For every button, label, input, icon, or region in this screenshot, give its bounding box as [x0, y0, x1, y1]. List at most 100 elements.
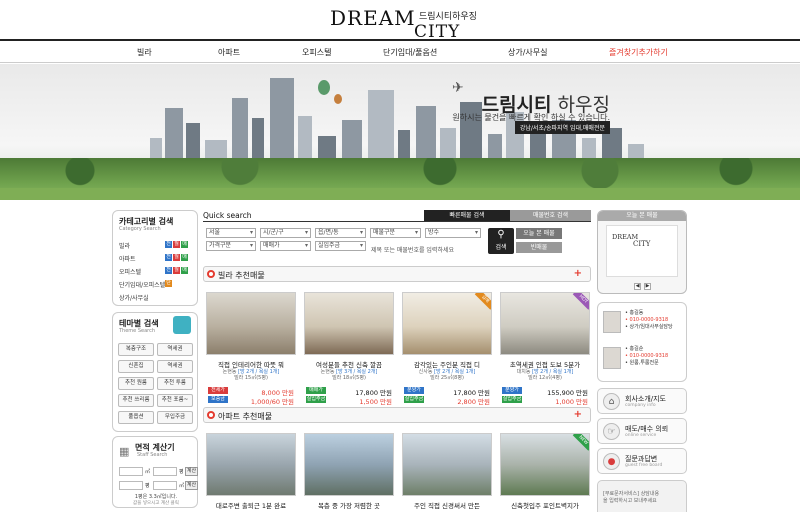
property-card[interactable]: NEW 신축첫입주 포인트벽지가 — [500, 433, 590, 512]
select-district[interactable]: 시/군/구 — [260, 228, 311, 238]
select-dong[interactable]: 읍/면/동 — [315, 228, 366, 238]
nav-item-bookmark[interactable]: 즐겨찾기추가하기 — [609, 47, 668, 58]
next-arrow-icon[interactable]: ▶ — [644, 283, 651, 290]
search-icon: ⚲ — [497, 229, 505, 240]
category-item-commercial[interactable]: 상가/사무실 — [119, 293, 149, 302]
calc-button-2[interactable]: 계산 — [185, 481, 198, 490]
price-row: 전세가 8,000 만원 — [206, 387, 296, 397]
category-item-short-term[interactable]: 단기임대/오피스텔 — [119, 280, 165, 289]
calc-unit: 평 — [145, 483, 150, 489]
section-bullet-icon — [207, 411, 215, 419]
empty-listings-button[interactable]: 빈매물 — [516, 242, 562, 253]
search-button[interactable]: ⚲ 검색 — [488, 228, 514, 254]
theme-btn-full-option[interactable]: 풀옵션 — [118, 411, 154, 424]
badge-jeonse[interactable]: 전 — [165, 254, 172, 261]
select-price-type[interactable]: 가격구분 — [206, 241, 256, 251]
property-photo[interactable]: NEW — [500, 433, 590, 496]
badge-wolse[interactable]: 월 — [173, 254, 180, 261]
select-property-type[interactable]: 매물구분 — [370, 228, 421, 238]
nav-item-short-term[interactable]: 단기임대/풀옵션 — [383, 47, 437, 58]
agent-phone[interactable]: • 010-0000-9318 — [625, 317, 673, 324]
category-item-officetel[interactable]: 오피스텔 — [119, 267, 141, 276]
property-photo[interactable] — [206, 433, 296, 496]
nav-item-villa[interactable]: 빌라 — [137, 47, 152, 58]
price-tag: 실입주금 — [502, 396, 522, 403]
category-item-villa[interactable]: 빌라 — [119, 241, 130, 250]
property-title[interactable]: 복층 중 가장 저렴한 곳 — [304, 500, 394, 510]
more-plus-icon[interactable]: + — [574, 409, 582, 420]
search-button-label: 검색 — [495, 244, 507, 251]
property-card[interactable]: 복층 중 가장 저렴한 곳 — [304, 433, 394, 512]
theme-btn-station[interactable]: 역세권 — [157, 343, 193, 356]
price-row: 분양가 155,900 만원 — [500, 387, 590, 397]
calc-sqm-output[interactable] — [153, 481, 177, 490]
category-subtitle: Category Search — [119, 226, 161, 232]
new-ribbon: NEW — [572, 434, 589, 451]
site-logo[interactable]: DREAM 드림시티하우징 CITY — [330, 6, 480, 42]
qna-board-link[interactable]: ● 질문과답변 guest free board — [597, 448, 687, 474]
select-sale-price[interactable]: 매매가 — [260, 241, 311, 251]
badge-jeonse[interactable]: 전 — [165, 241, 172, 248]
search-input[interactable]: 제목 또는 매물번호를 입력하세요 — [371, 245, 454, 254]
property-photo[interactable] — [304, 292, 394, 355]
select-city[interactable]: 서울 — [206, 228, 256, 238]
nav-item-officetel[interactable]: 오피스텔 — [302, 47, 331, 58]
logo-dream-text: DREAM — [330, 6, 416, 30]
property-photo[interactable] — [206, 292, 296, 355]
select-move-in-cost[interactable]: 실입주금 — [315, 241, 366, 251]
theme-btn-station-2[interactable]: 역세권 — [157, 360, 193, 373]
property-card[interactable]: 주인 직접 신경써서 만든 — [402, 433, 492, 512]
badge-maemae[interactable]: 매 — [181, 267, 188, 274]
recent-listings-button[interactable]: 오늘 본 매물 — [516, 228, 562, 239]
theme-btn-fourroom[interactable]: 추천 포룸~ — [157, 394, 193, 407]
nav-item-commercial[interactable]: 상가/사무실 — [508, 47, 548, 58]
theme-btn-tworoom[interactable]: 추천 투룸 — [157, 377, 193, 390]
property-card[interactable]: 대로주변 출퇴근 1분 완료 — [206, 433, 296, 512]
tab-quick-search[interactable]: 빠른매물 검색 — [424, 210, 510, 221]
more-plus-icon[interactable]: + — [574, 268, 582, 279]
badge-maemae[interactable]: 매 — [181, 241, 188, 248]
calc-pyeong-input[interactable] — [119, 481, 143, 490]
property-title[interactable]: 주인 직접 신경써서 만든 — [402, 500, 492, 510]
property-card[interactable]: 급매 감각있는 주인분 직접 디 신사동 [방 2개 / 욕실 1개] 빌라 2… — [402, 292, 492, 406]
sale-request-link[interactable]: ☞ 매도/매수 의뢰 online service — [597, 418, 687, 444]
property-area: 빌라 12㎡(4평) — [528, 375, 562, 381]
tab-listing-number[interactable]: 매물번호 검색 — [510, 210, 591, 221]
price-tag: 분양가 — [502, 387, 522, 394]
prev-arrow-icon[interactable]: ◀ — [634, 283, 641, 290]
calc-pyeong-output[interactable] — [153, 467, 177, 476]
service-subtitle: company info — [625, 403, 656, 408]
property-title[interactable]: 대로주변 출퇴근 1분 완료 — [206, 500, 296, 510]
property-photo[interactable] — [402, 433, 492, 496]
property-title[interactable]: 신축첫입주 포인트벽지가 — [500, 500, 590, 510]
property-card[interactable]: 여성분들 추천 신축 깔끔 논현동 [방 3개 / 욕실 2개] 빌라 18㎡(… — [304, 292, 394, 406]
property-photo[interactable] — [304, 433, 394, 496]
property-card[interactable]: 직접 인테리어한 따뜻 뭐 논현동 [방 2개 / 욕실 1개] 빌라 15㎡(… — [206, 292, 296, 406]
badge-wolse[interactable]: 월 — [173, 267, 180, 274]
agent-phone[interactable]: • 010-0000-9318 — [625, 353, 668, 360]
badge-wolse[interactable]: 월 — [173, 241, 180, 248]
theme-btn-newlywed[interactable]: 신혼집 — [118, 360, 154, 373]
sms-service-box[interactable]: [무료문자서비스] 상담내용 을 입력하시고 보내주세요 — [597, 480, 687, 512]
property-card[interactable]: HOT 초역세권 인접 도보 5분가 대치동 [방 2개 / 욕실 1개] 빌라… — [500, 292, 590, 406]
theme-btn-threeroom[interactable]: 추천 쓰리룸 — [118, 394, 154, 407]
theme-btn-duplex[interactable]: 복층구조 — [118, 343, 154, 356]
property-photo[interactable]: 급매 — [402, 292, 492, 355]
company-icon: ⌂ — [603, 393, 620, 410]
category-item-apartment[interactable]: 아파트 — [119, 254, 136, 263]
property-photo[interactable]: HOT — [500, 292, 590, 355]
nav-item-apartment[interactable]: 아파트 — [218, 47, 240, 58]
agent-avatar — [603, 347, 621, 369]
calc-button-1[interactable]: 계산 — [185, 467, 198, 476]
price-value: 1,000/60 만원 — [250, 398, 294, 406]
calc-sqm-input[interactable] — [119, 467, 143, 476]
badge-jeonse[interactable]: 전 — [165, 267, 172, 274]
select-rooms[interactable]: 방수 — [425, 228, 481, 238]
theme-btn-oneroom[interactable]: 추천 원룸 — [118, 377, 154, 390]
badge-maemae[interactable]: 매 — [181, 254, 188, 261]
hero-banner: ✈ 드림시티 하우징 원하시는 물건을 빠르게 확인 하실 수 있습니다. 강남… — [0, 64, 800, 200]
company-info-link[interactable]: ⌂ 회사소개/지도 company info — [597, 388, 687, 414]
badge-short-term[interactable]: 단 — [165, 280, 172, 287]
theme-btn-no-deposit[interactable]: 무입주금 — [157, 411, 193, 424]
price-row: 매매가 17,800 만원 — [304, 387, 394, 397]
